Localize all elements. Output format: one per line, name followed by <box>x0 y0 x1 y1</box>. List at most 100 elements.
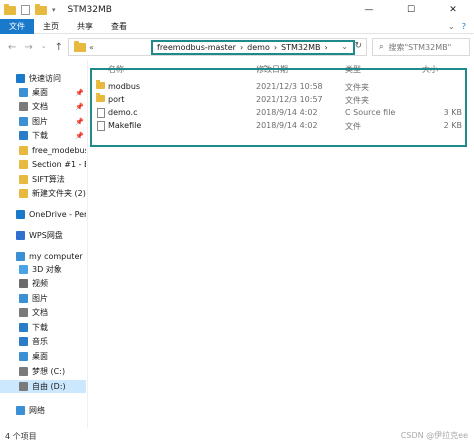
sidebar-item[interactable]: 视频 <box>0 277 86 290</box>
desktop-icon <box>19 352 28 361</box>
breadcrumb-freemodbus-master[interactable]: freemodbus-master <box>157 43 236 52</box>
ribbon-tabs: 文件 主页 共享 查看 ⌄ ? <box>0 18 474 34</box>
sidebar-item[interactable]: 图片 <box>0 292 86 305</box>
file-icon <box>97 121 105 131</box>
address-dropdown-icon[interactable]: ⌄ <box>341 42 348 51</box>
address-row: ← → ⌄ ↑ « freemodbus-master › demo › STM… <box>0 36 474 58</box>
title-bar: ▾ STM32MB — ☐ ✕ <box>0 0 474 19</box>
pane-divider[interactable] <box>87 60 88 428</box>
search-icon: ⌕ <box>379 42 384 51</box>
refresh-icon[interactable]: ↻ <box>354 41 362 51</box>
sidebar-item-label: 桌面 <box>32 352 48 361</box>
sidebar-item-label: Section #1 - B <box>32 160 86 169</box>
tab-view[interactable]: 查看 <box>102 19 136 34</box>
documents-icon <box>19 102 28 111</box>
window-title: STM32MB <box>67 4 112 15</box>
download-icon <box>19 323 28 332</box>
breadcrumb-stm32mb[interactable]: STM32MB <box>281 43 320 52</box>
up-button[interactable]: ↑ <box>55 42 63 53</box>
sidebar-item[interactable]: 下载 <box>0 321 86 334</box>
sidebar-item[interactable]: 音乐 <box>0 335 86 348</box>
sidebar-item[interactable]: SIFT算法 <box>0 173 86 186</box>
sidebar-item-label: 梦想 (C:) <box>32 367 66 376</box>
sidebar-item-label: free_modebus <box>32 146 86 155</box>
file-date: 2018/9/14 4:02 <box>256 121 318 130</box>
sidebar-item-label: 文档 <box>32 308 48 317</box>
close-button[interactable]: ✕ <box>432 0 474 19</box>
folder-icon <box>4 3 16 16</box>
sidebar-item[interactable]: 3D 对象 <box>0 263 86 276</box>
star-icon <box>16 74 25 83</box>
sidebar-item[interactable]: my computer <box>0 250 86 263</box>
tab-home[interactable]: 主页 <box>34 19 68 34</box>
download-icon <box>19 131 28 140</box>
recent-locations-button[interactable]: ⌄ <box>41 42 47 53</box>
file-row[interactable]: Makefile 2018/9/14 4:02 文件 2 KB <box>96 120 462 133</box>
sidebar-item[interactable]: Section #1 - B <box>0 158 86 171</box>
sidebar-item-label: 自由 (D:) <box>32 382 66 391</box>
sidebar-item[interactable]: 新建文件夹 (2) <box>0 187 86 200</box>
sidebar-item-label: OneDrive - Pers <box>29 210 86 219</box>
chevron-down-icon[interactable]: ⌄ <box>448 22 455 31</box>
address-bar[interactable]: « freemodbus-master › demo › STM32MB › ⌄… <box>68 38 367 56</box>
music-icon <box>19 337 28 346</box>
sidebar-item[interactable]: 网络 <box>0 404 86 417</box>
sidebar-item-label: 3D 对象 <box>32 265 62 274</box>
help-icon[interactable]: ? <box>462 22 466 31</box>
folder-icon <box>96 80 105 89</box>
3d-objects-icon <box>19 265 28 274</box>
sidebar-item[interactable]: 桌面 📌 <box>0 86 86 99</box>
file-date: 2021/12/3 10:57 <box>256 95 323 104</box>
sidebar-item[interactable]: WPS网盘 <box>0 229 86 242</box>
sidebar-item[interactable]: OneDrive - Pers <box>0 208 86 221</box>
file-name: demo.c <box>108 108 138 117</box>
pin-icon: 📌 <box>75 88 84 97</box>
search-box[interactable]: ⌕ 搜索"STM32MB" <box>372 38 470 56</box>
sidebar-item[interactable]: 文档 <box>0 306 86 319</box>
tab-file[interactable]: 文件 <box>0 18 34 34</box>
sidebar-item[interactable]: 梦想 (C:) <box>0 365 86 378</box>
search-input[interactable]: 搜索"STM32MB" <box>388 42 451 53</box>
folder-icon <box>19 189 28 198</box>
file-name: Makefile <box>108 121 142 130</box>
folder-icon <box>19 160 28 169</box>
status-item-count: 4 个项目 <box>5 432 37 441</box>
tab-share[interactable]: 共享 <box>68 19 102 34</box>
watermark: CSDN @伊拉克ee <box>400 431 468 440</box>
file-row[interactable]: modbus 2021/12/3 10:58 文件夹 <box>96 80 462 94</box>
sidebar-item[interactable]: 图片 📌 <box>0 115 86 128</box>
c-source-file-icon <box>97 108 105 118</box>
sidebar-item-label: WPS网盘 <box>29 231 63 240</box>
back-button[interactable]: ← <box>8 42 16 53</box>
sidebar-item[interactable]: 自由 (D:) <box>0 380 86 393</box>
sidebar-item[interactable]: 桌面 <box>0 350 86 363</box>
sidebar-item[interactable]: free_modebus <box>0 144 86 157</box>
breadcrumb-demo[interactable]: demo <box>247 43 270 52</box>
quick-access-toolbar: ▾ <box>0 3 56 16</box>
chevron-right-icon[interactable]: › <box>274 43 277 52</box>
new-folder-icon[interactable] <box>35 3 47 16</box>
forward-button[interactable]: → <box>24 42 32 53</box>
file-type: 文件 <box>345 122 361 131</box>
sidebar-item-label: 新建文件夹 (2) <box>32 189 86 198</box>
documents-icon <box>19 308 28 317</box>
maximize-button[interactable]: ☐ <box>390 0 432 19</box>
folder-icon <box>19 146 28 155</box>
properties-icon[interactable] <box>21 4 30 15</box>
sidebar-item-label: my computer <box>29 252 83 261</box>
chevron-right-icon[interactable]: › <box>240 43 243 52</box>
sidebar-item[interactable]: 快速访问 <box>0 72 86 85</box>
file-row[interactable]: port 2021/12/3 10:57 文件夹 <box>96 93 462 107</box>
file-size: 2 KB <box>443 121 462 130</box>
sidebar-item[interactable]: 文档 📌 <box>0 100 86 113</box>
drive-icon <box>19 367 28 376</box>
customize-toolbar-icon[interactable]: ▾ <box>52 6 56 14</box>
file-type: 文件夹 <box>345 96 369 105</box>
sidebar-item-label: 视频 <box>32 279 48 288</box>
file-name: port <box>108 95 125 104</box>
sidebar-item[interactable]: 下载 📌 <box>0 129 86 142</box>
minimize-button[interactable]: — <box>348 0 390 19</box>
file-row[interactable]: demo.c 2018/9/14 4:02 C Source file 3 KB <box>96 107 462 120</box>
sidebar-item-label: 快速访问 <box>29 74 61 83</box>
chevron-right-icon[interactable]: › <box>324 43 327 52</box>
